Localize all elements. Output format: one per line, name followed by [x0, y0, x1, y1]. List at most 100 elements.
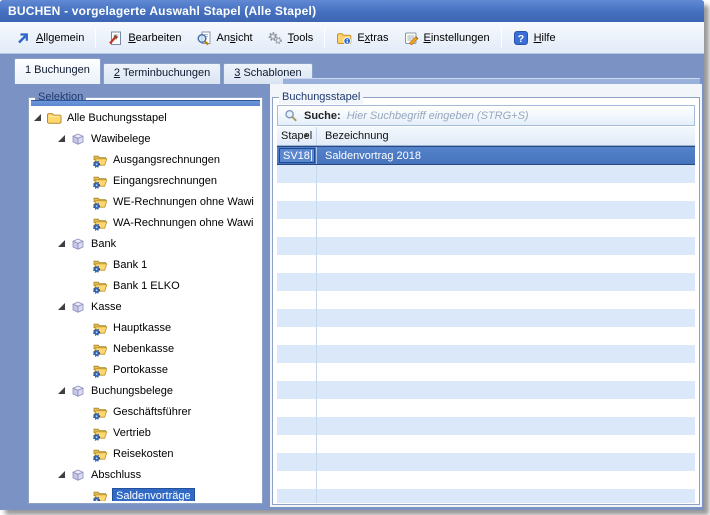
empty-table-row[interactable] [277, 435, 695, 453]
empty-table-row[interactable] [277, 255, 695, 273]
stack-icon [92, 194, 108, 210]
stack-icon [92, 425, 108, 441]
tree-item[interactable]: Nebenkasse [31, 338, 260, 359]
selektion-groupbox: Selektion Alle Buchungsstapel Wawibelege… [28, 97, 263, 504]
column-header-bezeichnung[interactable]: Bezeichnung [317, 127, 695, 145]
stack-icon [92, 278, 108, 294]
arrow-up-right-icon [15, 30, 31, 46]
expanded-triangle-icon[interactable] [58, 135, 65, 142]
tree-item[interactable]: Ausgangsrechnungen [31, 149, 260, 170]
cube-icon [70, 467, 86, 483]
form-pencil-icon [403, 30, 419, 46]
tree-item[interactable]: Reisekosten [31, 443, 260, 464]
empty-table-row[interactable] [277, 345, 695, 363]
column-header-stapel[interactable]: Stapel ▲ [277, 127, 317, 145]
stack-icon [92, 404, 108, 420]
empty-table-row[interactable] [277, 453, 695, 471]
folder-icon [46, 110, 62, 126]
expanded-triangle-icon[interactable] [58, 303, 65, 310]
stack-icon [92, 173, 108, 189]
search-bar[interactable]: Suche: Hier Suchbegriff eingeben (STRG+S… [277, 105, 695, 126]
empty-table-row[interactable] [277, 417, 695, 435]
tree-item[interactable]: Geschäftsführer [31, 401, 260, 422]
cube-icon [70, 131, 86, 147]
toolbar-separator [324, 27, 325, 48]
svg-text:?: ? [517, 33, 523, 45]
stapel-cell-editor[interactable]: SV18 [279, 148, 315, 163]
tree-item[interactable]: Bank [31, 233, 260, 254]
toolbar-button-bearbeiten[interactable]: Bearbeiten [100, 27, 188, 49]
table-header: Stapel ▲ Bezeichnung [277, 127, 695, 146]
empty-table-row[interactable] [277, 165, 695, 183]
expanded-triangle-icon[interactable] [58, 471, 65, 478]
buchungsstapel-groupbox: Buchungsstapel Suche: Hier Suchbegriff e… [272, 97, 700, 505]
tree-item[interactable]: Bank 1 ELKO [31, 275, 260, 296]
tree-item[interactable]: Vertrieb [31, 422, 260, 443]
stack-icon [92, 446, 108, 462]
stack-icon [92, 341, 108, 357]
tree-item[interactable]: Hauptkasse [31, 317, 260, 338]
empty-table-row[interactable] [277, 183, 695, 201]
buchungsstapel-pane: Buchungsstapel Suche: Hier Suchbegriff e… [270, 84, 702, 507]
stack-icon [92, 215, 108, 231]
title-bar[interactable]: BUCHEN - vorgelagerte Auswahl Stapel (Al… [0, 0, 704, 22]
tree-item[interactable]: Abschluss [31, 464, 260, 485]
toolbar-button-extras[interactable]: Extras [329, 27, 395, 49]
tab-1-buchungen[interactable]: 1 Buchungen [14, 58, 101, 84]
toolbar-button-ansicht[interactable]: Ansicht [189, 27, 260, 49]
toolbar-separator [501, 27, 502, 48]
empty-table-row[interactable] [277, 201, 695, 219]
tree-item[interactable]: Eingangsrechnungen [31, 170, 260, 191]
empty-table-row[interactable] [277, 309, 695, 327]
main-toolbar: Allgemein Bearbeiten Ansicht Tools Extra… [0, 22, 704, 54]
empty-table-row[interactable] [277, 381, 695, 399]
app-window: BUCHEN - vorgelagerte Auswahl Stapel (Al… [0, 0, 704, 510]
search-placeholder[interactable]: Hier Suchbegriff eingeben (STRG+S) [347, 110, 529, 122]
tree-item[interactable]: Alle Buchungsstapel [31, 107, 260, 128]
desktop-background: BUCHEN - vorgelagerte Auswahl Stapel (Al… [0, 0, 710, 515]
expanded-triangle-icon[interactable] [34, 114, 41, 121]
expanded-triangle-icon[interactable] [58, 240, 65, 247]
cube-icon [70, 383, 86, 399]
empty-table-row[interactable] [277, 273, 695, 291]
expanded-triangle-icon[interactable] [58, 387, 65, 394]
tree-item[interactable]: WE-Rechnungen ohne Wawi [31, 191, 260, 212]
toolbar-button-hilfe[interactable]: ? Hilfe [506, 27, 563, 49]
tree-item[interactable]: WA-Rechnungen ohne Wawi [31, 212, 260, 233]
tree-item[interactable]: Buchungsbelege [31, 380, 260, 401]
table-row[interactable]: SV18 Saldenvortrag 2018 [277, 146, 695, 165]
tree-item[interactable]: Bank 1 [31, 254, 260, 275]
tree-item[interactable]: Saldenvorträge [31, 485, 260, 501]
stack-icon [92, 320, 108, 336]
window-title: BUCHEN - vorgelagerte Auswahl Stapel (Al… [8, 4, 316, 18]
stapel-tree: Alle Buchungsstapel Wawibelege Ausgangsr… [31, 100, 260, 501]
cube-icon [70, 299, 86, 315]
empty-table-row[interactable] [277, 363, 695, 381]
window-body: 1 Buchungen2 Terminbuchungen3 Schablonen… [0, 54, 704, 510]
buchungsstapel-content: Suche: Hier Suchbegriff eingeben (STRG+S… [274, 99, 698, 503]
tree-item[interactable]: Portokasse [31, 359, 260, 380]
empty-table-row[interactable] [277, 399, 695, 417]
stack-icon [92, 362, 108, 378]
tree-item[interactable]: Wawibelege [31, 128, 260, 149]
toolbar-button-allgemein[interactable]: Allgemein [8, 27, 91, 49]
tab-2-terminbuchungen[interactable]: 2 Terminbuchungen [103, 63, 221, 84]
tab-bar: 1 Buchungen2 Terminbuchungen3 Schablonen [14, 58, 315, 84]
stack-icon [92, 257, 108, 273]
stapel-table-body: SV18 Saldenvortrag 2018 [277, 146, 695, 503]
gears-icon [267, 30, 283, 46]
empty-table-row[interactable] [277, 489, 695, 503]
toolbar-button-tools[interactable]: Tools [260, 27, 321, 49]
stack-icon [92, 152, 108, 168]
toolbar-button-einstellungen[interactable]: Einstellungen [396, 27, 497, 49]
edit-page-icon [107, 30, 123, 46]
tree-item[interactable]: Kasse [31, 296, 260, 317]
empty-table-row[interactable] [277, 291, 695, 309]
search-icon [284, 109, 298, 123]
text-cursor [311, 150, 312, 161]
empty-table-row[interactable] [277, 471, 695, 489]
empty-table-row[interactable] [277, 327, 695, 345]
empty-table-row[interactable] [277, 219, 695, 237]
toolbar-separator [95, 27, 96, 48]
empty-table-row[interactable] [277, 237, 695, 255]
